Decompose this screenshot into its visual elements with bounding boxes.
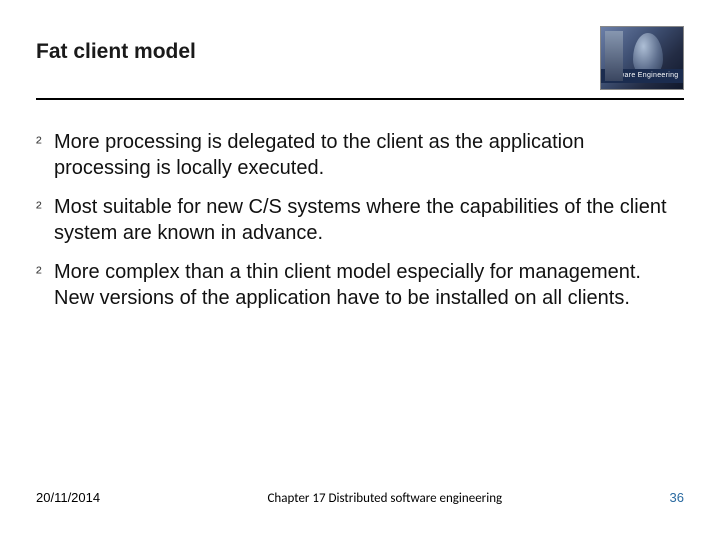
bullet-item: ² More complex than a thin client model … [36,260,672,311]
book-cover-title: Software Engineering [601,69,683,83]
slide-header: Fat client model [36,40,684,82]
book-cover-image: Software Engineering Ian Sommerville [600,26,684,90]
footer-page-number: 36 [670,490,684,505]
header-divider [36,98,684,100]
footer-date: 20/11/2014 [36,490,100,505]
bullet-item: ² Most suitable for new C/S systems wher… [36,195,672,246]
bullet-item: ² More processing is delegated to the cl… [36,130,672,181]
bullet-text: More processing is delegated to the clie… [54,130,672,181]
bullet-text: Most suitable for new C/S systems where … [54,195,672,246]
footer-chapter: Chapter 17 Distributed software engineer… [100,491,669,506]
slide-title: Fat client model [36,40,684,64]
bullet-marker-icon: ² [36,195,54,219]
book-cover-author: Ian Sommerville [601,89,683,90]
slide: Fat client model Software Engineering Ia… [0,0,720,540]
bullet-text: More complex than a thin client model es… [54,260,672,311]
bullet-marker-icon: ² [36,260,54,284]
slide-footer: 20/11/2014 Chapter 17 Distributed softwa… [36,490,684,506]
slide-body: ² More processing is delegated to the cl… [36,130,672,326]
bullet-marker-icon: ² [36,130,54,154]
